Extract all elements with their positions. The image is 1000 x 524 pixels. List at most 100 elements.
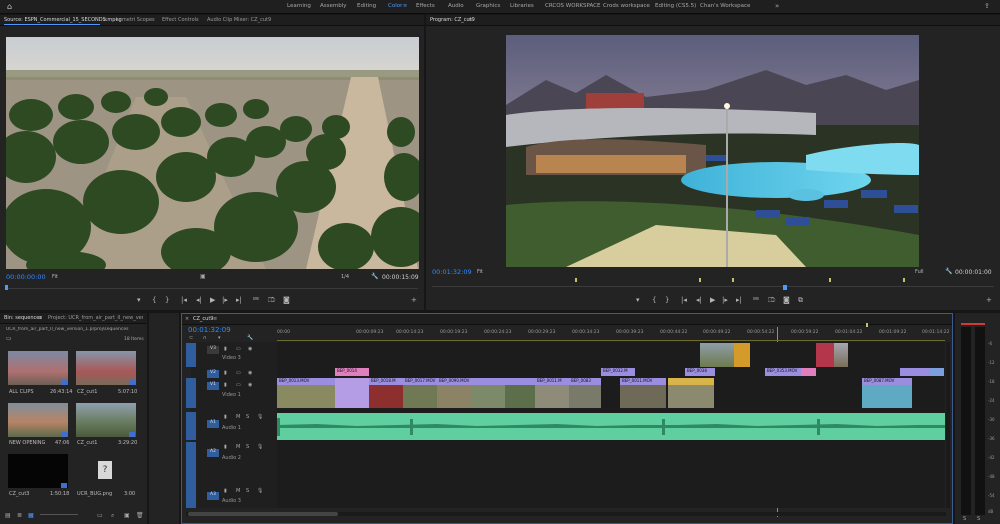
program-tab-menu-icon[interactable]: ≡ (468, 17, 472, 23)
solo-button[interactable]: S (246, 488, 249, 494)
clip-v1[interactable] (471, 378, 505, 408)
track-eye-icon[interactable]: ◉ (248, 382, 252, 388)
track-lock-icon[interactable]: ▮ (224, 444, 227, 450)
step-forward-icon[interactable]: |▸ (222, 296, 228, 304)
source-patch-v1-active[interactable] (186, 378, 196, 408)
workspace-overflow-icon[interactable]: » (775, 2, 779, 10)
home-icon[interactable]: ⌂ (7, 2, 12, 11)
program-settings-icon[interactable]: 🔧 (945, 268, 952, 275)
program-go-out-icon[interactable]: ▸| (736, 296, 742, 304)
workspace-color[interactable]: Color (388, 3, 402, 9)
clip-v1[interactable]: BEP_0090.MOV (437, 378, 471, 408)
bin-item-all-clips-thumb[interactable] (8, 351, 68, 385)
source-patch-a1[interactable] (186, 412, 196, 440)
workspace-crods[interactable]: Crods workspace (603, 3, 650, 9)
insert-icon[interactable]: ⎃ (253, 296, 259, 305)
timeline-scroll-thumb[interactable] (188, 512, 338, 516)
workspace-libraries[interactable]: Libraries (510, 3, 534, 9)
workspace-assembly[interactable]: Assembly (320, 3, 347, 9)
clip-v2[interactable]: BEP_0353.MOV (765, 368, 801, 376)
program-mark-in-icon[interactable]: { (652, 296, 656, 304)
bin-new-bin-icon[interactable]: ▭ (97, 512, 103, 519)
mic-icon[interactable]: 🎙 (257, 414, 263, 420)
program-step-back-icon[interactable]: ◂| (696, 296, 702, 304)
clip-v1[interactable] (668, 378, 714, 408)
tab-lumetri-scopes[interactable]: Lumetri Scopes (116, 17, 155, 23)
clip-v1[interactable] (505, 378, 535, 408)
clip-v1[interactable] (335, 378, 369, 408)
track-target-a1[interactable]: A1 (207, 420, 219, 428)
tab-sequence[interactable]: CZ_cut9 (193, 316, 213, 322)
compare-icon[interactable]: ⧉ (798, 296, 803, 305)
mark-out-icon[interactable]: { (152, 296, 156, 304)
bin-item-cz-cut3-thumb[interactable] (8, 454, 68, 488)
program-play-icon[interactable]: ▶ (710, 296, 715, 304)
track-eye-icon[interactable]: ◉ (248, 370, 252, 376)
source-patch-a2[interactable] (186, 442, 196, 508)
bin-item-cz-cut1-thumb[interactable] (76, 351, 136, 385)
source-patch-v1[interactable] (186, 343, 196, 367)
bin-tab-menu-icon[interactable]: ≡ (38, 315, 42, 321)
source-timecode[interactable]: 00:00:00:00 (6, 273, 46, 281)
timeline-timecode[interactable]: 00:01:32:09 (188, 326, 231, 334)
timeline-close-icon[interactable]: × (185, 316, 189, 322)
solo-button[interactable]: S (246, 444, 249, 450)
program-playhead[interactable] (783, 285, 787, 290)
clip-v2[interactable] (801, 368, 816, 376)
program-marker-icon[interactable]: ▾ (636, 296, 640, 304)
extract-icon[interactable]: ⎄ (768, 296, 775, 305)
clip-v1[interactable]: BEP_0018.M (369, 378, 403, 408)
clip-v1[interactable]: BEP_0013.MOV (277, 378, 335, 408)
play-icon[interactable]: ▶ (210, 296, 215, 304)
track-target-v3[interactable]: V3 (207, 346, 219, 354)
source-playhead[interactable] (5, 285, 8, 290)
image-file-icon[interactable]: ? (98, 461, 112, 479)
tab-project[interactable]: Project: UCR_from_air_part_II_new_versio… (48, 315, 143, 321)
work-area-bar[interactable] (277, 340, 945, 341)
workspace-menu-icon[interactable]: ≡ (403, 3, 407, 9)
program-step-forward-icon[interactable]: |▸ (722, 296, 728, 304)
overwrite-icon[interactable]: ⎄ (268, 296, 275, 305)
mute-button[interactable]: M (236, 444, 240, 450)
clip-v3[interactable] (700, 343, 734, 367)
source-insert-icon[interactable]: ▣ (200, 273, 206, 280)
source-scrub-bar[interactable] (6, 285, 418, 289)
bin-item-cz-cut1b-thumb[interactable] (76, 403, 136, 437)
program-go-in-icon[interactable]: |◂ (681, 296, 687, 304)
timeline-settings-icon[interactable]: 🔧 (247, 335, 253, 341)
meter-solo-button[interactable]: S (963, 516, 966, 522)
meter-solo-button[interactable]: S (977, 516, 980, 522)
clip-v1[interactable]: BEP_0083 (569, 378, 601, 408)
track-lock-icon[interactable]: ▮ (224, 488, 227, 494)
go-to-out-icon[interactable]: ▸| (236, 296, 242, 304)
workspace-audio[interactable]: Audio (448, 3, 464, 9)
clip-v2[interactable]: BEP_0014 (335, 368, 369, 376)
add-marker-icon[interactable]: ▾ (218, 335, 221, 341)
go-in-icon[interactable]: } (165, 296, 169, 304)
camera-icon[interactable]: ◙ (283, 296, 290, 304)
mark-in-icon[interactable]: ▾ (137, 296, 141, 304)
track-target-a3[interactable]: A3 (207, 492, 219, 500)
track-target-v2[interactable]: V2 (207, 370, 219, 378)
track-sync-icon[interactable]: ▭ (236, 382, 241, 388)
timeline-tab-menu-icon[interactable]: ≡ (213, 316, 217, 322)
program-quality-select[interactable]: Full (915, 269, 924, 275)
go-to-in-icon[interactable]: |◂ (181, 296, 187, 304)
linked-selection-icon[interactable]: ∩ (203, 335, 207, 341)
track-eye-icon[interactable]: ◉ (248, 346, 252, 352)
tab-bin-sequences[interactable]: Bin: sequences (4, 315, 42, 321)
clip-v3[interactable] (734, 343, 750, 367)
workspace-effects[interactable]: Effects (416, 3, 435, 9)
step-back-icon[interactable]: ◂| (196, 296, 202, 304)
track-lock-icon[interactable]: ▮ (224, 346, 227, 352)
bin-item-new-opening-thumb[interactable] (8, 403, 68, 437)
mic-icon[interactable]: 🎙 (257, 488, 263, 494)
bin-lock-icon[interactable]: ▤ (5, 512, 11, 519)
clip-v1[interactable]: BEP_0017.MOV (403, 378, 437, 408)
source-resolution-select[interactable]: 1/4 (341, 274, 349, 280)
workspace-crcos[interactable]: CRCOS WORKSPACE (545, 3, 600, 9)
workspace-learning[interactable]: Learning (287, 3, 311, 9)
workspace-editing-cs55[interactable]: Editing (CS5.5) (655, 3, 696, 9)
list-view-icon[interactable]: ≣ (17, 512, 22, 519)
mic-icon[interactable]: 🎙 (257, 444, 263, 450)
